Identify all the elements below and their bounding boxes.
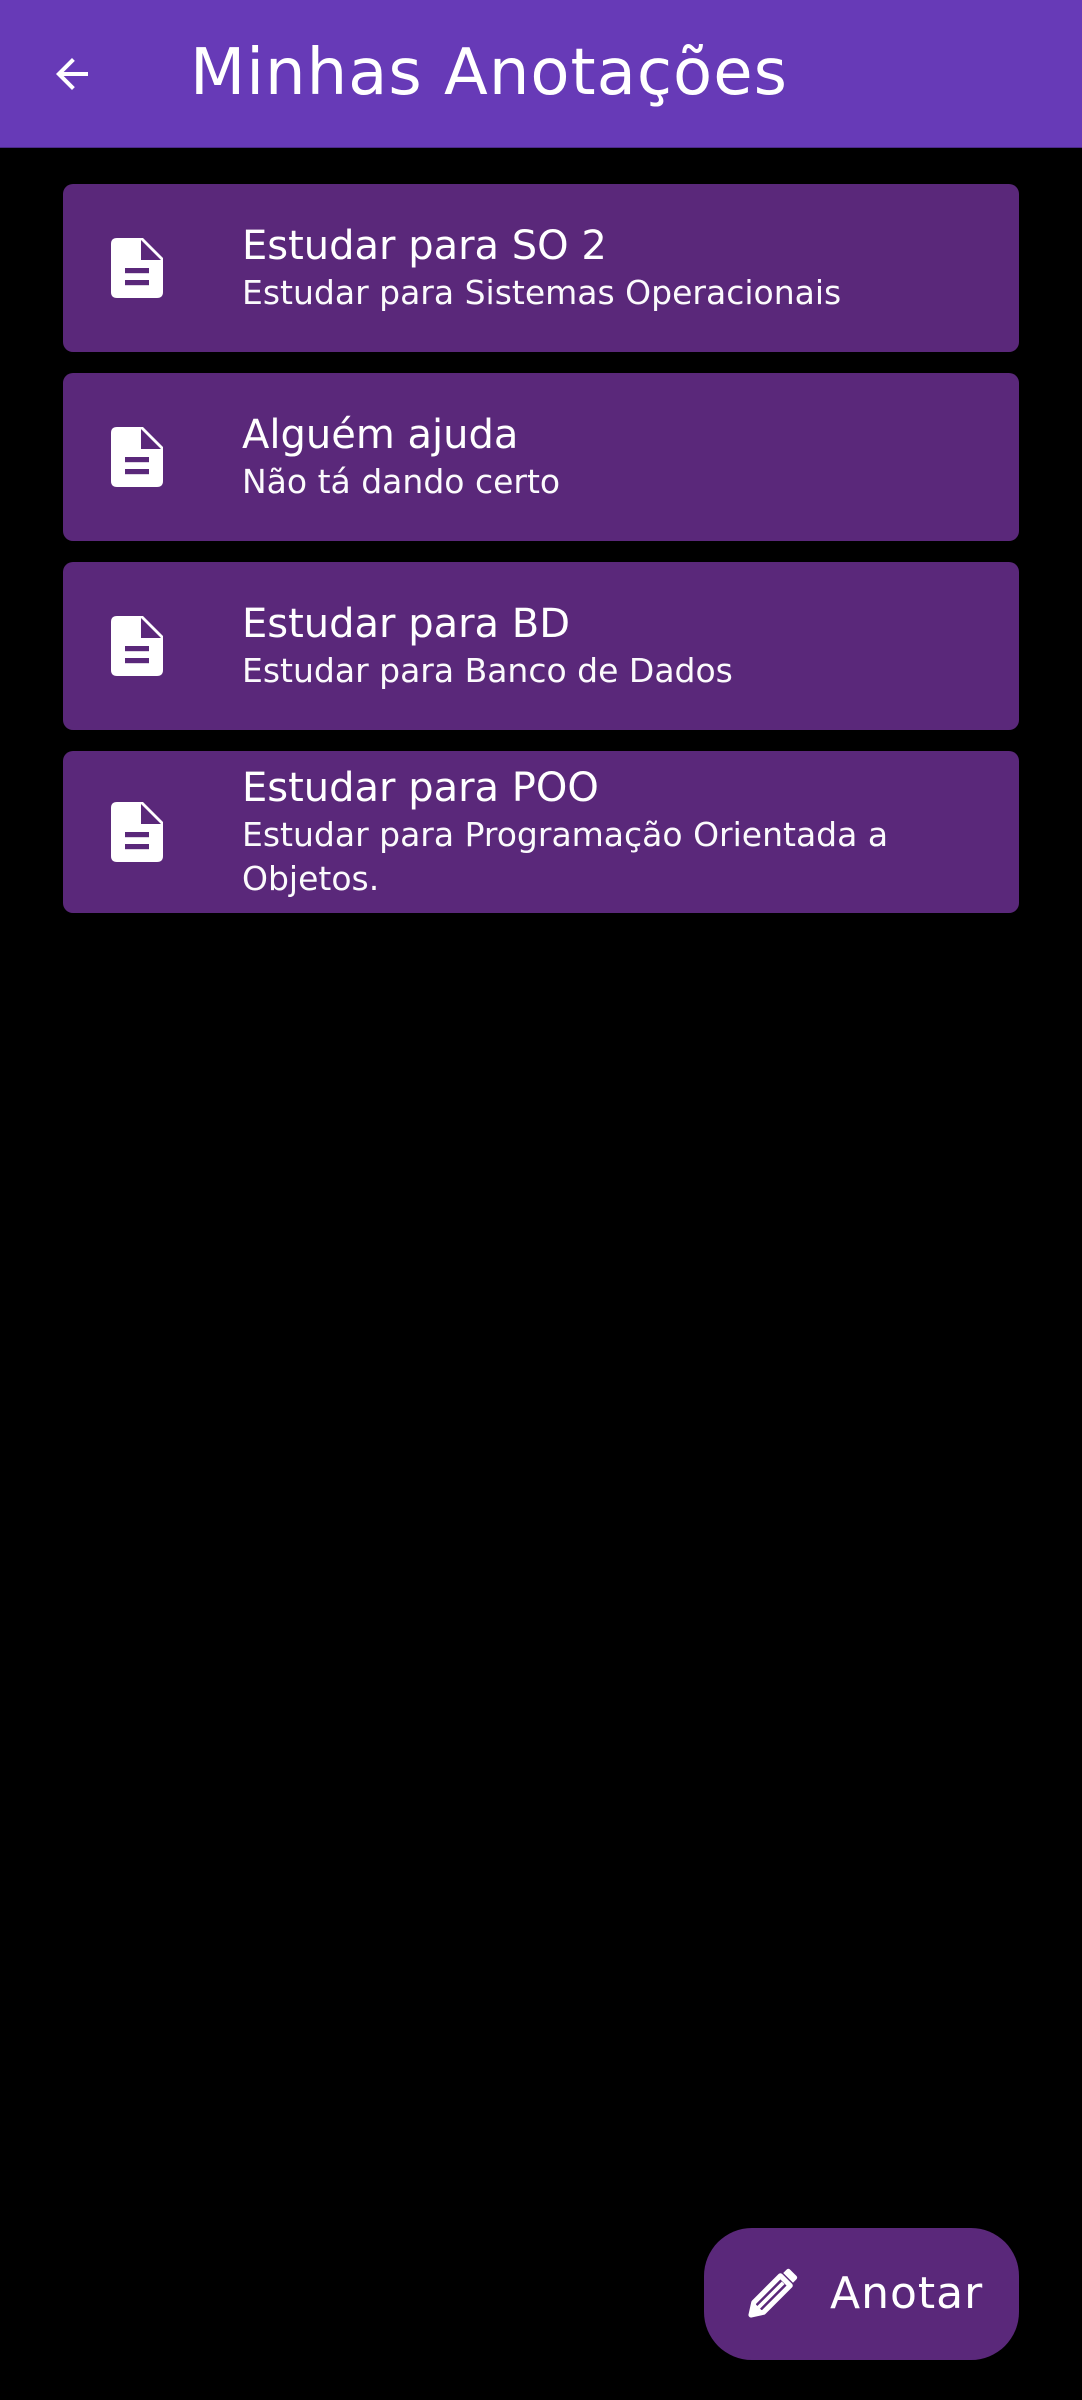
page-title: Minhas Anotações [190, 36, 788, 110]
note-item[interactable]: Estudar para POO Estudar para Programaçã… [63, 751, 1019, 913]
app-bar: Minhas Anotações [0, 0, 1082, 148]
add-note-button[interactable]: Anotar [704, 2228, 1019, 2360]
document-icon [111, 616, 163, 676]
notes-list: Estudar para SO 2 Estudar para Sistemas … [63, 184, 1019, 934]
arrow-left-icon [56, 58, 88, 90]
note-item[interactable]: Estudar para SO 2 Estudar para Sistemas … [63, 184, 1019, 352]
note-title: Estudar para POO [242, 765, 599, 811]
document-icon [111, 238, 163, 298]
note-title: Alguém ajuda [242, 412, 519, 458]
document-icon [111, 802, 163, 862]
note-description: Estudar para Programação Orientada a Obj… [242, 815, 889, 898]
document-icon [111, 427, 163, 487]
note-description: Não tá dando certo [242, 462, 561, 501]
note-title: Estudar para BD [242, 601, 571, 647]
note-item[interactable]: Estudar para BD Estudar para Banco de Da… [63, 562, 1019, 730]
add-note-label: Anotar [830, 2268, 984, 2319]
note-title: Estudar para SO 2 [242, 223, 607, 269]
note-description: Estudar para Banco de Dados [242, 651, 733, 690]
note-item[interactable]: Alguém ajuda Não tá dando certo [63, 373, 1019, 541]
back-button[interactable] [36, 38, 108, 110]
pencil-icon [748, 2268, 798, 2318]
note-description: Estudar para Sistemas Operacionais [242, 273, 842, 312]
